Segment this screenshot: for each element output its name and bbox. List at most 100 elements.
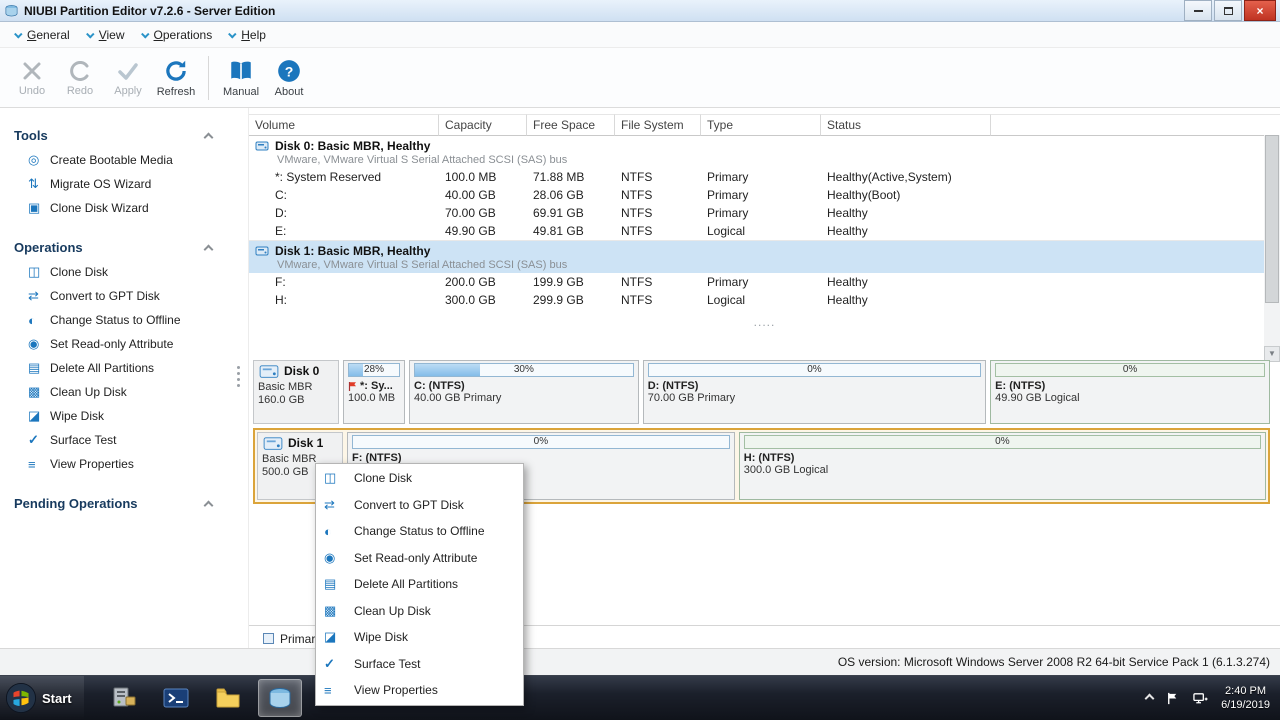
disk-icon xyxy=(255,245,269,257)
table-row-system-reserved[interactable]: *: System Reserved100.0 MB71.88 MBNTFSPr… xyxy=(249,168,1280,186)
usage-bar: 28% xyxy=(348,363,400,377)
title-bar: NIUBI Partition Editor v7.2.6 - Server E… xyxy=(0,0,1280,22)
sidebar-item-wipe-disk[interactable]: Wipe Disk xyxy=(14,404,234,428)
context-menu-item-change-status-to-offline[interactable]: Change Status to Offline xyxy=(316,518,523,545)
usage-bar: 0% xyxy=(744,435,1261,449)
column-volume[interactable]: Volume xyxy=(249,114,439,136)
disk1-group-title: Disk 1: Basic MBR, Healthy xyxy=(275,244,430,258)
sidebar-item-change-status-to-offline[interactable]: Change Status to Offline xyxy=(14,308,234,332)
context-menu-item-clean-up-disk[interactable]: Clean Up Disk xyxy=(316,598,523,625)
taskbar: Start 2:40 PM 6/19/2019 xyxy=(0,675,1280,720)
undo-icon xyxy=(20,59,44,83)
table-row-d[interactable]: D:70.00 GB69.91 GBNTFSPrimaryHealthy xyxy=(249,204,1280,222)
menu-general[interactable]: General xyxy=(10,22,82,47)
redo-button[interactable]: Redo xyxy=(56,52,104,104)
context-menu-item-clone-disk[interactable]: Clone Disk xyxy=(316,465,523,492)
sidebar-item-create-bootable-media[interactable]: Create Bootable Media xyxy=(14,148,234,172)
minimize-button[interactable] xyxy=(1184,0,1212,21)
manual-button[interactable]: Manual xyxy=(217,52,265,104)
partition-block-h[interactable]: 0% H: (NTFS) 300.0 GB Logical xyxy=(739,432,1266,500)
partition-block-d[interactable]: 0% D: (NTFS) 70.00 GB Primary xyxy=(643,360,986,424)
menu-view[interactable]: View xyxy=(82,22,137,47)
offline-icon xyxy=(324,524,346,539)
taskbar-item-niubi-partition-editor[interactable] xyxy=(258,679,302,717)
partition-block-c[interactable]: 30% C: (NTFS) 40.00 GB Primary xyxy=(409,360,639,424)
sidebar-item-surface-test[interactable]: Surface Test xyxy=(14,428,234,452)
refresh-button[interactable]: Refresh xyxy=(152,52,200,104)
sidebar-item-set-read-only-attribute[interactable]: Set Read-only Attribute xyxy=(14,332,234,356)
sidebar-item-clone-disk-wizard[interactable]: Clone Disk Wizard xyxy=(14,196,234,220)
sidebar-item-delete-all-partitions[interactable]: Delete All Partitions xyxy=(14,356,234,380)
sidebar-item-convert-to-gpt-disk[interactable]: Convert to GPT Disk xyxy=(14,284,234,308)
maximize-button[interactable] xyxy=(1214,0,1242,21)
disk-drive-icon xyxy=(258,364,280,380)
context-menu-item-delete-all-partitions[interactable]: Delete All Partitions xyxy=(316,571,523,598)
context-menu-item-set-read-only-attribute[interactable]: Set Read-only Attribute xyxy=(316,545,523,572)
table-row-h[interactable]: H:300.0 GB299.9 GBNTFSLogicalHealthy xyxy=(249,291,1280,309)
tray-expand-icon[interactable] xyxy=(1145,693,1155,703)
partition-block-e[interactable]: 0% E: (NTFS) 49.90 GB Logical xyxy=(990,360,1270,424)
section-operations[interactable]: Operations xyxy=(14,240,234,260)
sidebar-item-view-properties[interactable]: View Properties xyxy=(14,452,234,476)
more-rows-indicator: ..... xyxy=(249,315,1280,329)
cleanup-icon xyxy=(324,603,346,619)
taskbar-item-powershell[interactable] xyxy=(154,679,198,717)
section-tools[interactable]: Tools xyxy=(14,128,234,148)
column-capacity[interactable]: Capacity xyxy=(439,114,527,136)
clone-disk-icon xyxy=(324,470,346,486)
context-menu-item-surface-test[interactable]: Surface Test xyxy=(316,651,523,678)
table-row-c[interactable]: C:40.00 GB28.06 GBNTFSPrimaryHealthy(Boo… xyxy=(249,186,1280,204)
pane-splitter-handle[interactable] xyxy=(237,366,240,387)
column-type[interactable]: Type xyxy=(701,114,821,136)
close-button[interactable]: × xyxy=(1244,0,1276,21)
apply-icon xyxy=(116,59,140,83)
apply-button[interactable]: Apply xyxy=(104,52,152,104)
disk1-group-row[interactable]: Disk 1: Basic MBR, Healthy VMware, VMwar… xyxy=(249,240,1280,273)
action-center-flag-icon[interactable] xyxy=(1165,691,1180,706)
undo-button[interactable]: Undo xyxy=(8,52,56,104)
niubi-app-icon xyxy=(266,684,294,712)
column-file-system[interactable]: File System xyxy=(615,114,701,136)
partition-block-system-reserved[interactable]: 28% *: Sy... 100.0 MB xyxy=(343,360,405,424)
readonly-icon xyxy=(28,336,50,352)
scrollbar-thumb[interactable] xyxy=(1265,135,1279,303)
boot-flag-icon xyxy=(348,381,357,392)
chevron-down-icon xyxy=(141,30,149,38)
server-manager-icon xyxy=(110,684,138,712)
window-title: NIUBI Partition Editor v7.2.6 - Server E… xyxy=(24,4,275,18)
taskbar-item-server-manager[interactable] xyxy=(102,679,146,717)
chevron-down-icon xyxy=(14,30,22,38)
redo-icon xyxy=(68,59,92,83)
start-button[interactable]: Start xyxy=(0,676,84,720)
usage-bar: 0% xyxy=(352,435,730,449)
disk1-group-subtitle: VMware, VMware Virtual S Serial Attached… xyxy=(255,259,1280,271)
disk0-group-title: Disk 0: Basic MBR, Healthy xyxy=(275,139,430,153)
context-menu-item-view-properties[interactable]: View Properties xyxy=(316,677,523,704)
column-free-space[interactable]: Free Space xyxy=(527,114,615,136)
about-button[interactable]: ? About xyxy=(265,52,313,104)
table-row-e[interactable]: E:49.90 GB49.81 GBNTFSLogicalHealthy xyxy=(249,222,1280,240)
context-menu-item-wipe-disk[interactable]: Wipe Disk xyxy=(316,624,523,651)
disk0-info-block[interactable]: Disk 0 Basic MBR 160.0 GB xyxy=(253,360,339,424)
disk-drive-icon xyxy=(262,436,284,452)
menu-help[interactable]: Help xyxy=(224,22,278,47)
surface-test-icon xyxy=(28,432,50,448)
taskbar-clock[interactable]: 2:40 PM 6/19/2019 xyxy=(1221,684,1270,712)
table-row-f[interactable]: F:200.0 GB199.9 GBNTFSPrimaryHealthy xyxy=(249,273,1280,291)
view-properties-icon xyxy=(28,457,50,472)
primary-legend-swatch xyxy=(263,633,274,644)
column-status[interactable]: Status xyxy=(821,114,991,136)
sidebar-item-clone-disk[interactable]: Clone Disk xyxy=(14,260,234,284)
context-menu-item-convert-to-gpt-disk[interactable]: Convert to GPT Disk xyxy=(316,492,523,519)
sidebar-item-clean-up-disk[interactable]: Clean Up Disk xyxy=(14,380,234,404)
disk0-group-row[interactable]: Disk 0: Basic MBR, Healthy VMware, VMwar… xyxy=(249,135,1280,168)
sidebar-item-migrate-os-wizard[interactable]: Migrate OS Wizard xyxy=(14,172,234,196)
clock-time: 2:40 PM xyxy=(1221,684,1270,698)
surface-test-icon xyxy=(324,656,346,672)
usage-bar: 30% xyxy=(414,363,634,377)
taskbar-item-file-explorer[interactable] xyxy=(206,679,250,717)
menu-operations[interactable]: Operations xyxy=(137,22,225,47)
vertical-scrollbar[interactable]: ▼ xyxy=(1264,135,1280,362)
network-icon[interactable] xyxy=(1192,691,1209,706)
section-pending-operations[interactable]: Pending Operations xyxy=(14,496,234,516)
